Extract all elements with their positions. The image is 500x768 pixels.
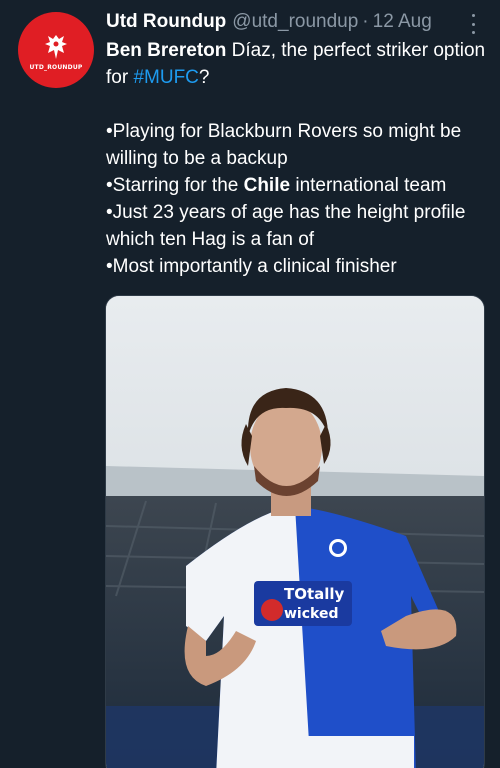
tweet-text: Ben Brereton Díaz, the perfect striker o… (106, 37, 486, 280)
more-options-icon[interactable] (468, 14, 478, 34)
separator-dot: · (362, 11, 369, 32)
display-name[interactable]: Utd Roundup (106, 8, 226, 36)
bullet-item: •Just 23 years of age has the height pro… (106, 202, 466, 250)
headline: Ben Brereton Díaz, the perfect striker o… (106, 37, 486, 91)
sponsor-text-2: wicked (284, 606, 338, 622)
avatar[interactable]: UTD_ROUNDUP (18, 12, 94, 88)
bullet-bold-text: Chile (243, 175, 291, 196)
tweet-date[interactable]: 12 Aug (373, 8, 432, 36)
tweet[interactable]: UTD_ROUNDUP Utd Roundup @utd_roundup · 1… (0, 0, 500, 768)
bullet-text-end: international team (290, 175, 447, 196)
devil-crest-icon (45, 35, 67, 59)
bullet-item: •Starring for the Chile international te… (106, 172, 486, 199)
bullet-item: •Playing for Blackburn Rovers so might b… (106, 121, 462, 169)
tweet-media-image[interactable]: TOtally wicked (105, 295, 485, 768)
hashtag-link[interactable]: #MUFC (133, 67, 198, 88)
tweet-content: Utd Roundup @utd_roundup · 12 Aug Ben Br… (106, 8, 486, 280)
user-handle[interactable]: @utd_roundup (232, 8, 358, 36)
tweet-header: Utd Roundup @utd_roundup · 12 Aug (106, 8, 486, 36)
sponsor-text-1: TOtally (284, 585, 345, 603)
player-name: Ben Brereton (106, 40, 227, 61)
avatar-label: UTD_ROUNDUP (29, 64, 83, 71)
bullet-item: •Most importantly a clinical finisher (106, 256, 397, 277)
player-photo: TOtally wicked (106, 296, 484, 768)
bullet-text: •Starring for the (106, 175, 244, 196)
headline-end: ? (198, 67, 210, 88)
